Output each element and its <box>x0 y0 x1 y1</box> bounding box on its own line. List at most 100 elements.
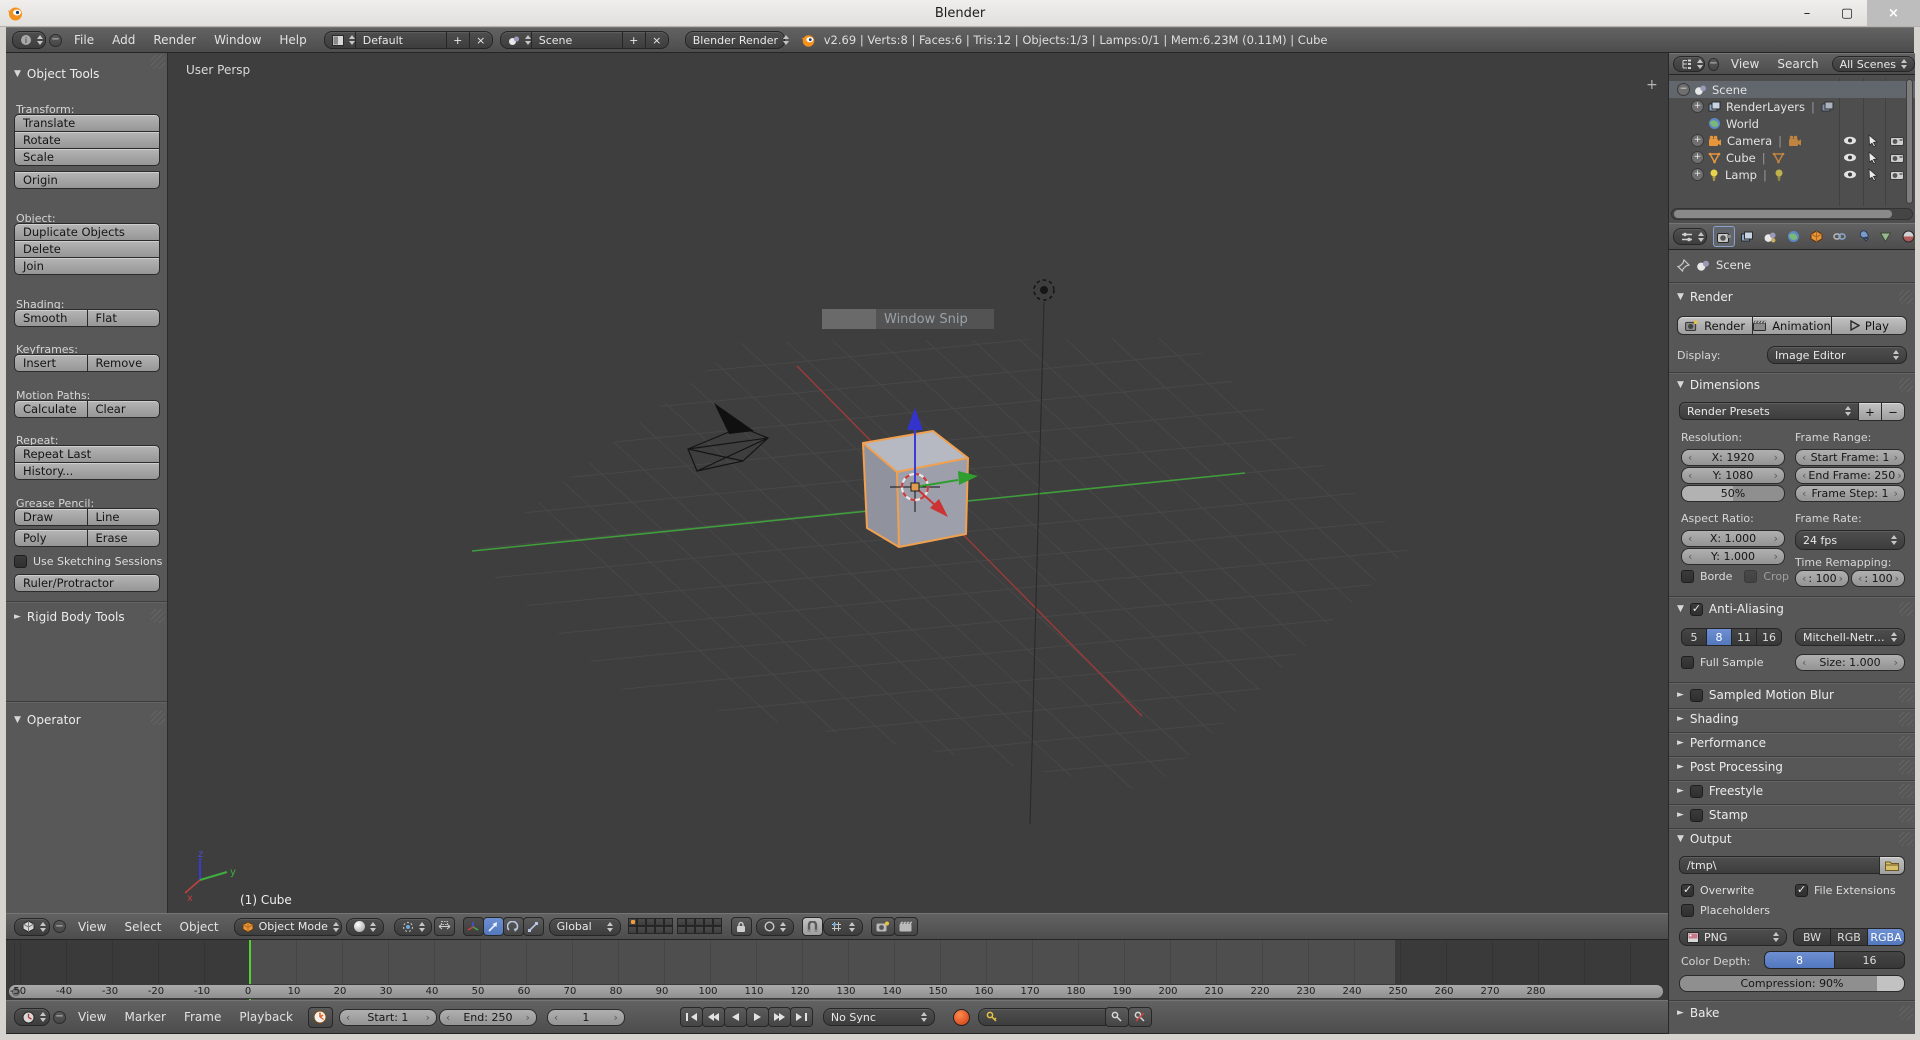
panel-grip[interactable] <box>151 609 165 623</box>
topbar-menu-file[interactable]: File <box>65 33 103 47</box>
post-processing-panel-header[interactable]: ► Post Processing <box>1677 760 1907 774</box>
editor-type-3dview-dropdown[interactable] <box>14 917 50 936</box>
scale-manipulator-button[interactable] <box>522 917 544 936</box>
pivot-point-dropdown[interactable] <box>393 917 432 936</box>
visibility-eye-icon[interactable] <box>1843 136 1857 145</box>
shading-panel-header[interactable]: ► Shading <box>1677 712 1907 726</box>
mode-dropdown[interactable]: Object Mode <box>233 917 342 936</box>
translate-manipulator-button[interactable] <box>482 917 504 936</box>
freestyle-checkbox[interactable] <box>1689 784 1703 798</box>
previous-keyframe-button[interactable] <box>701 1007 725 1027</box>
editor-type-info-dropdown[interactable]: i <box>12 31 46 49</box>
browse-folder-button[interactable] <box>1879 856 1905 875</box>
layer-cell[interactable] <box>676 917 686 926</box>
stamp-checkbox[interactable] <box>1689 808 1703 822</box>
layer-cell[interactable] <box>627 925 637 934</box>
render-animation-button[interactable] <box>893 917 918 936</box>
layer-cell[interactable] <box>685 925 695 934</box>
collapse-menus-button[interactable]: − <box>53 1010 66 1024</box>
expand-toggle[interactable]: + <box>1691 168 1704 181</box>
output-panel-header[interactable]: ▼ Output <box>1677 832 1732 846</box>
properties-tab-modifiers[interactable] <box>1851 226 1873 247</box>
remap-old-field[interactable]: ‹: 100 › <box>1795 570 1849 587</box>
expand-toggle[interactable]: + <box>1691 151 1704 164</box>
panel-grip[interactable] <box>1899 688 1913 702</box>
line-button[interactable]: Line <box>86 508 160 526</box>
stamp-panel-header[interactable]: ► Stamp <box>1677 808 1907 822</box>
overwrite-checkbox[interactable] <box>1681 883 1694 897</box>
full-sample-checkbox[interactable] <box>1681 656 1694 669</box>
use-sketching-sessions-checkbox[interactable] <box>14 555 27 568</box>
add-scene-button[interactable]: + <box>621 31 646 49</box>
aspect-y-field[interactable]: ‹ Y: 1.000 › <box>1681 548 1785 565</box>
topbar-menu-render[interactable]: Render <box>144 33 205 47</box>
insert-keyframe-button[interactable] <box>1104 1007 1129 1027</box>
viewport-3d[interactable]: z y x User Persp (1) Cube Window Snip + … <box>6 53 1668 913</box>
collapse-menus-button[interactable]: − <box>53 920 66 933</box>
selectable-cursor-icon[interactable] <box>1868 151 1878 164</box>
color-mode-bw[interactable]: BW <box>1793 928 1831 946</box>
play-button[interactable] <box>745 1007 769 1027</box>
timeline-menu-view[interactable]: View <box>69 1010 115 1024</box>
render-still-button[interactable] <box>870 917 895 936</box>
jump-to-start-button[interactable] <box>679 1007 703 1027</box>
aa-samples-8[interactable]: 8 <box>1706 628 1732 646</box>
collapse-menus-button[interactable]: − <box>49 33 62 47</box>
crop-checkbox[interactable] <box>1744 570 1758 583</box>
performance-panel-header[interactable]: ► Performance <box>1677 736 1907 750</box>
layer-cell[interactable] <box>694 917 704 926</box>
file-format-dropdown[interactable]: PNG <box>1679 928 1787 946</box>
panel-grip[interactable] <box>1899 290 1913 304</box>
sampled-motion-blur-checkbox[interactable] <box>1689 688 1703 702</box>
ruler-protractor-button[interactable]: Ruler/Protractor <box>14 574 160 592</box>
outliner-item-lamp[interactable]: + Lamp | <box>1669 166 1915 183</box>
history-button[interactable]: History... <box>14 462 160 480</box>
collapse-menus-button[interactable]: − <box>1708 57 1719 71</box>
join-button[interactable]: Join <box>14 257 160 275</box>
scene-name-field[interactable]: Scene <box>530 31 623 49</box>
layer-cell[interactable] <box>645 925 655 934</box>
layer-cell[interactable] <box>636 925 646 934</box>
flat-button[interactable]: Flat <box>86 309 160 327</box>
delete-button[interactable]: Delete <box>14 240 160 258</box>
delete-layout-button[interactable]: × <box>468 31 493 49</box>
renderable-camera-icon[interactable] <box>1890 169 1904 180</box>
topbar-menu-add[interactable]: Add <box>103 33 144 47</box>
outliner-menu-search[interactable]: Search <box>1768 57 1827 71</box>
panel-grip[interactable] <box>1899 602 1913 616</box>
outliner-item-renderlayers[interactable]: + RenderLayers | <box>1669 98 1915 115</box>
aa-size-field[interactable]: ‹ Size: 1.000 › <box>1795 654 1905 671</box>
properties-tab-scene[interactable] <box>1759 226 1781 247</box>
topbar-menu-window[interactable]: Window <box>205 33 270 47</box>
properties-tab-data[interactable] <box>1874 226 1896 247</box>
smooth-button[interactable]: Smooth <box>14 309 88 327</box>
editor-type-outliner-dropdown[interactable] <box>1673 56 1705 72</box>
properties-tab-constraints[interactable] <box>1828 226 1850 247</box>
viewport-menu-object[interactable]: Object <box>171 920 228 934</box>
snap-toggle-button[interactable] <box>801 917 823 936</box>
topbar-menu-help[interactable]: Help <box>270 33 315 47</box>
bake-panel-header[interactable]: ► Bake <box>1677 1006 1719 1020</box>
layer-cell[interactable] <box>654 925 664 934</box>
screen-layout-icon-button[interactable] <box>323 31 356 49</box>
sync-mode-dropdown[interactable]: No Sync <box>822 1008 935 1026</box>
layer-cell[interactable] <box>694 925 704 934</box>
jump-to-end-button[interactable] <box>789 1007 813 1027</box>
insert-button[interactable]: Insert <box>14 354 88 372</box>
layer-cell[interactable] <box>654 917 664 926</box>
timeline-ruler[interactable]: -50 -40 -30 -20 -10 0 10 20 30 40 50 60 70 80 90 100 110… <box>8 984 1664 999</box>
dimensions-panel-header[interactable]: ▼ Dimensions <box>1677 378 1760 392</box>
timeline-menu-marker[interactable]: Marker <box>115 1010 174 1024</box>
aspect-x-field[interactable]: ‹ X: 1.000 › <box>1681 530 1785 547</box>
properties-tab-object[interactable] <box>1805 226 1827 247</box>
operator-panel-header[interactable]: ▼ Operator <box>14 713 81 727</box>
display-mode-dropdown[interactable]: Image Editor <box>1767 346 1907 364</box>
sampled-motion-blur-panel-header[interactable]: ► Sampled Motion Blur <box>1677 688 1907 702</box>
remap-new-field[interactable]: ‹: 100 › <box>1851 570 1905 587</box>
editor-type-properties-dropdown[interactable] <box>1673 228 1707 245</box>
render-engine-dropdown[interactable]: Blender Render <box>684 31 790 49</box>
outliner-display-dropdown[interactable]: All Scenes <box>1831 56 1915 72</box>
minimize-button[interactable]: – <box>1787 0 1827 26</box>
object-tools-panel-header[interactable]: ▼ Object Tools <box>14 67 99 81</box>
layer-cell[interactable] <box>676 925 686 934</box>
